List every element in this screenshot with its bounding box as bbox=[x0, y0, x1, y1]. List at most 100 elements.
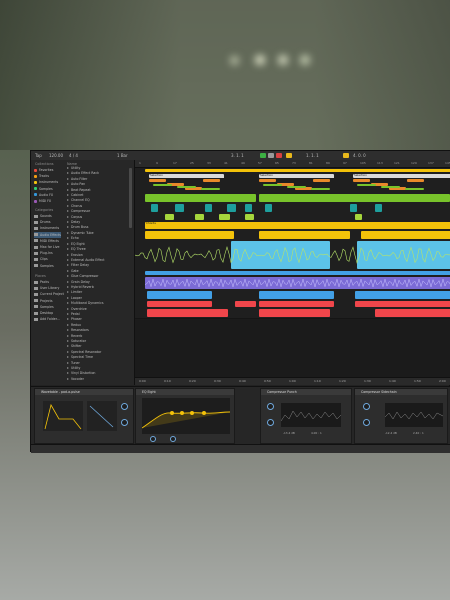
color-tag-icon bbox=[34, 168, 37, 172]
play-button[interactable] bbox=[260, 153, 266, 158]
device-title[interactable]: Compressor Sidechain bbox=[355, 389, 447, 395]
gain-knob[interactable] bbox=[121, 403, 128, 410]
expand-arrow-icon bbox=[67, 350, 69, 353]
arrangement-clip[interactable] bbox=[375, 309, 450, 317]
device-title[interactable]: Wavetable - pad-a-pulse bbox=[35, 389, 133, 395]
midi-sub-clip[interactable] bbox=[259, 179, 276, 182]
arrangement-clip[interactable] bbox=[147, 309, 228, 317]
midi-sub-clip[interactable] bbox=[153, 184, 172, 186]
q-knob[interactable] bbox=[170, 436, 176, 442]
arrangement-clip[interactable] bbox=[235, 301, 256, 307]
arrangement-clip[interactable] bbox=[147, 291, 212, 299]
arrangement-clip[interactable] bbox=[145, 271, 450, 275]
tap-button[interactable]: Tap bbox=[35, 151, 42, 160]
midi-sub-clip[interactable] bbox=[203, 179, 220, 182]
freq-knob[interactable] bbox=[150, 436, 156, 442]
arrangement-clip[interactable] bbox=[259, 194, 450, 202]
midi-sub-clip[interactable] bbox=[381, 186, 400, 188]
blurred-background-top bbox=[0, 0, 450, 150]
category-item[interactable]: Samples bbox=[34, 263, 61, 269]
tempo-field[interactable]: 120.00 bbox=[49, 151, 63, 160]
midi-sub-clip[interactable] bbox=[177, 186, 196, 188]
loop-length[interactable]: 4. 0. 0 bbox=[353, 151, 366, 160]
arrangement-clip[interactable] bbox=[265, 204, 272, 212]
arrangement-clip[interactable] bbox=[355, 291, 450, 299]
midi-sub-clip[interactable] bbox=[407, 179, 424, 182]
arrangement-clip[interactable] bbox=[245, 204, 252, 212]
arrangement-clip[interactable] bbox=[375, 204, 382, 212]
arrangement-clip[interactable] bbox=[165, 214, 174, 220]
loop-button[interactable] bbox=[286, 153, 292, 158]
browser-scrollbar[interactable] bbox=[129, 168, 132, 228]
browser-item-label: Drum Buss bbox=[71, 225, 89, 230]
arrangement-clip[interactable] bbox=[361, 231, 450, 239]
ratio-knob[interactable] bbox=[267, 419, 274, 426]
arrangement-clip[interactable] bbox=[259, 291, 334, 299]
midi-sub-clip[interactable] bbox=[313, 179, 330, 182]
time-ruler[interactable]: 0:00 0:10 0:20 0:30 0:40 0:50 1:00 1:10 1:20 1:30… bbox=[135, 377, 450, 385]
song-position[interactable]: 3. 1. 1 bbox=[231, 151, 244, 160]
expand-arrow-icon bbox=[67, 340, 69, 342]
arrangement-clip[interactable] bbox=[259, 301, 334, 307]
arrangement-clip[interactable] bbox=[355, 301, 450, 307]
arrangement-clip[interactable] bbox=[175, 204, 184, 212]
loop-start[interactable]: 1. 1. 1 bbox=[306, 151, 319, 160]
arrangement-clip[interactable] bbox=[227, 204, 236, 212]
midi-sub-clip[interactable] bbox=[405, 188, 424, 190]
midi-sub-clip[interactable] bbox=[311, 188, 330, 190]
record-button[interactable] bbox=[276, 153, 282, 158]
time-signature[interactable]: 4 / 4 bbox=[69, 151, 78, 160]
browser-item-label: Delay bbox=[71, 220, 81, 225]
quantize-menu[interactable]: 1 Bar bbox=[117, 151, 128, 160]
output-knob[interactable] bbox=[121, 419, 128, 426]
place-item[interactable]: Add Folder... bbox=[34, 316, 64, 322]
punch-button[interactable] bbox=[343, 153, 349, 158]
track-lane[interactable]: Selection Selection Selection bbox=[135, 173, 450, 194]
threshold-knob[interactable] bbox=[267, 403, 274, 410]
midi-sub-clip[interactable] bbox=[263, 184, 282, 186]
eq-curve-display[interactable] bbox=[142, 398, 230, 434]
arrangement-clip[interactable] bbox=[145, 194, 256, 202]
arrangement-clip[interactable]: Selection bbox=[259, 174, 334, 192]
device-title[interactable]: EQ Eight bbox=[136, 389, 234, 395]
collection-item[interactable]: Instruments bbox=[34, 179, 58, 185]
arrangement-clip[interactable] bbox=[219, 214, 230, 220]
track-lane[interactable] bbox=[135, 308, 450, 319]
arrangement-clip[interactable] bbox=[205, 204, 212, 212]
arrangement-clip[interactable] bbox=[145, 231, 234, 239]
time-mark: 0:10 bbox=[164, 379, 171, 383]
attack-knob[interactable] bbox=[363, 403, 370, 410]
arrangement-clip[interactable] bbox=[350, 204, 357, 212]
time-mark: 1:50 bbox=[414, 379, 421, 383]
category-icon bbox=[34, 251, 38, 255]
bar-ruler[interactable]: 1 9 17 25 33 41 49 57 65 73 81 89 97 105 113 121 129 137 1… bbox=[135, 160, 450, 168]
device-title[interactable]: Compressor Punch bbox=[261, 389, 351, 395]
arrangement-clip[interactable]: Selection bbox=[353, 174, 450, 192]
arrangement-clip[interactable]: Chords bbox=[145, 222, 450, 229]
release-knob[interactable] bbox=[363, 419, 370, 426]
arrangement-clip[interactable] bbox=[195, 214, 204, 220]
midi-sub-clip[interactable] bbox=[287, 186, 306, 188]
midi-sub-clip[interactable] bbox=[201, 188, 220, 190]
arrangement-clip[interactable] bbox=[259, 309, 330, 317]
time-mark: 1:00 bbox=[289, 379, 296, 383]
track-lane[interactable] bbox=[135, 276, 450, 291]
stop-button[interactable] bbox=[268, 153, 274, 158]
arrangement-clip[interactable]: Selection bbox=[149, 174, 224, 192]
track-lane[interactable] bbox=[135, 240, 450, 271]
arrangement-clip[interactable] bbox=[151, 204, 158, 212]
collection-item[interactable]: MIDI FX bbox=[34, 198, 58, 204]
browser-item[interactable]: Vocoder bbox=[67, 377, 104, 382]
arrangement-clip[interactable] bbox=[145, 169, 450, 172]
arrangement-clip[interactable] bbox=[355, 214, 362, 220]
midi-sub-clip[interactable] bbox=[353, 179, 370, 182]
category-item[interactable]: Instruments bbox=[34, 225, 61, 231]
midi-sub-clip[interactable] bbox=[357, 184, 376, 186]
category-item[interactable]: Audio Effects bbox=[34, 231, 61, 238]
compressor-punch-device: Compressor Punch -13.4 dB 4.00 : 1 bbox=[260, 388, 352, 444]
midi-sub-clip[interactable] bbox=[149, 179, 166, 182]
arrangement-clip[interactable] bbox=[245, 214, 254, 220]
place-item[interactable]: Current Project bbox=[34, 291, 64, 297]
arrangement-clip[interactable] bbox=[147, 301, 212, 307]
arrangement-clip[interactable] bbox=[259, 231, 350, 239]
